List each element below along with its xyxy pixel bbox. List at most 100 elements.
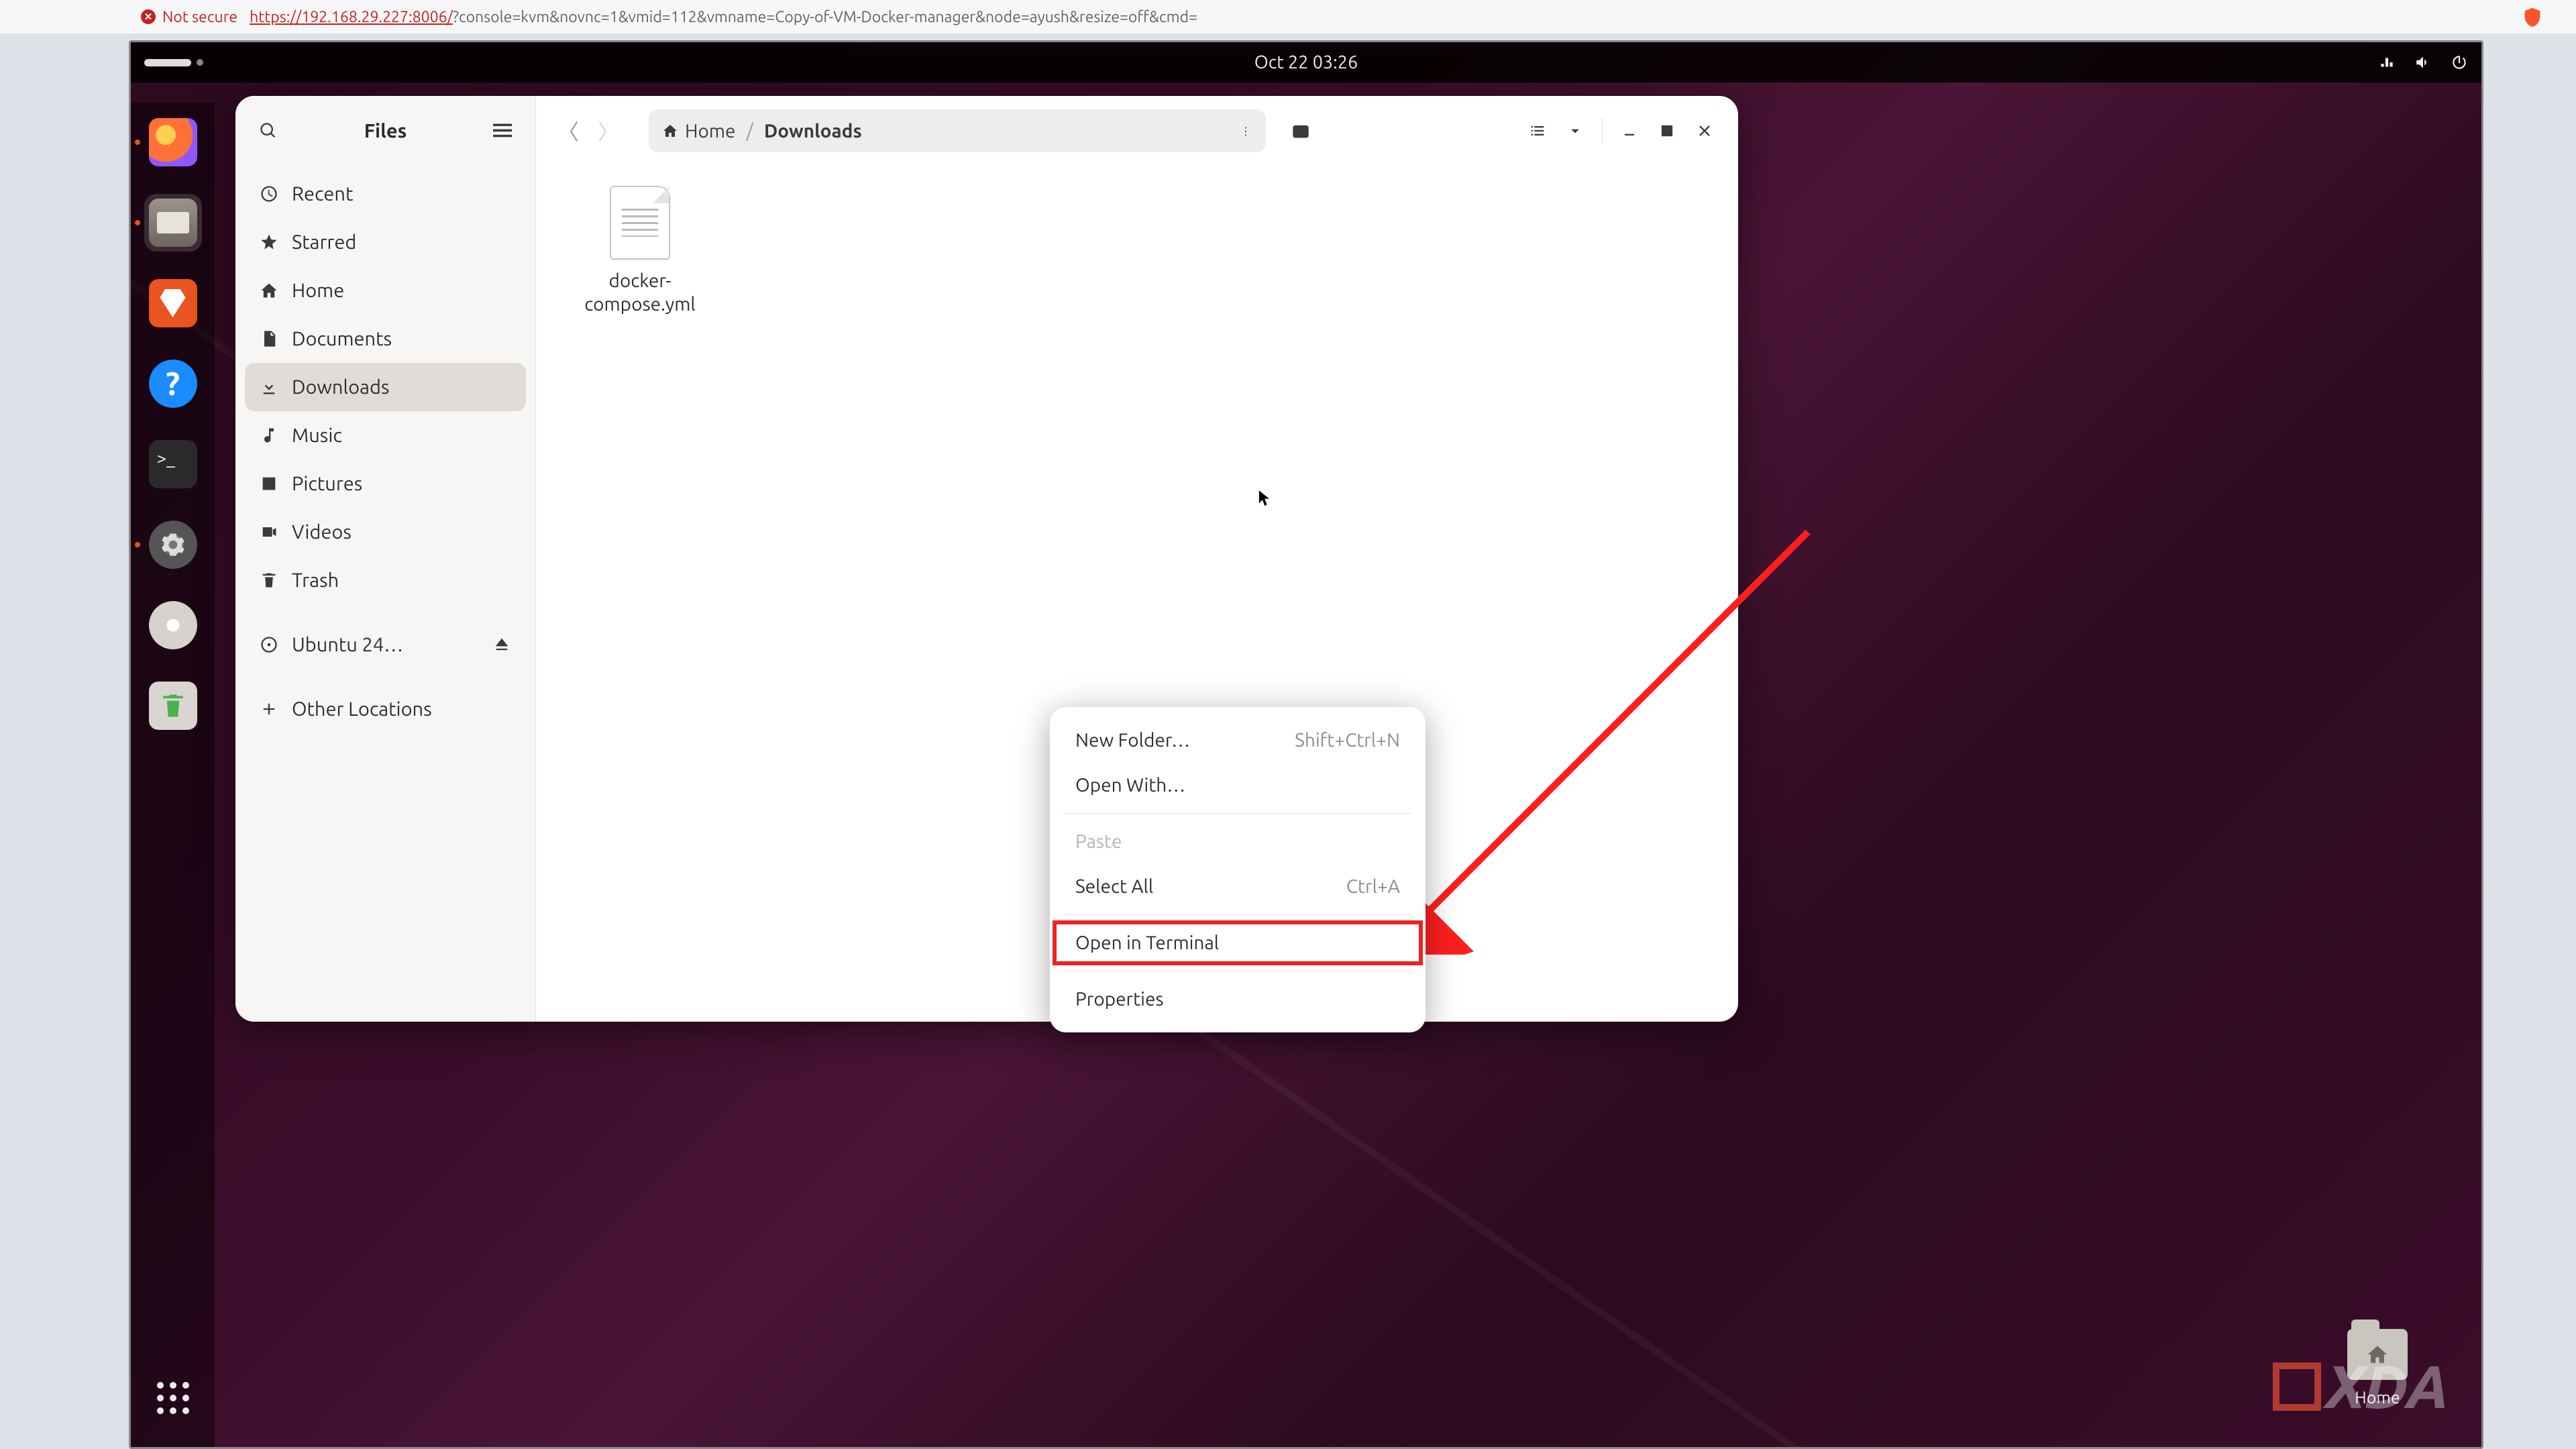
brave-shield-icon[interactable] (2521, 6, 2544, 29)
sidebar-item-downloads[interactable]: Downloads (245, 363, 526, 411)
sidebar-item-label: Downloads (292, 376, 390, 398)
files-icon (149, 199, 197, 247)
sidebar-item-music[interactable]: Music (245, 411, 526, 460)
power-icon[interactable] (2451, 54, 2468, 71)
breadcrumb-separator: / (747, 121, 753, 142)
sidebar-list: Recent Starred Home Documents Downloads … (235, 166, 535, 1022)
firefox-icon (149, 118, 197, 166)
xda-watermark: XDA (2273, 1352, 2448, 1420)
ubuntu-desktop[interactable]: Oct 22 03:26 ? >_ (131, 42, 2481, 1447)
terminal-icon: >_ (149, 440, 197, 488)
file-label: docker-compose.yml (576, 269, 704, 316)
files-window: Files Recent Starred Home Documents Down… (235, 96, 1738, 1022)
maximize-button[interactable] (1650, 113, 1684, 148)
sidebar-item-trash[interactable]: Trash (245, 556, 526, 604)
clock-icon (260, 184, 278, 203)
video-icon (260, 523, 278, 541)
not-secure-icon: ✕ (141, 9, 156, 24)
files-header: 〈 〉 Home / Downloads ⋮ (536, 96, 1738, 166)
menu-properties[interactable]: Properties (1053, 977, 1423, 1022)
maximize-icon (1658, 121, 1676, 140)
search-button[interactable] (253, 115, 284, 146)
download-icon (260, 378, 278, 396)
sidebar-item-videos[interactable]: Videos (245, 508, 526, 556)
search-icon (1291, 121, 1310, 140)
breadcrumb-current[interactable]: Downloads (764, 121, 862, 142)
activities-pill[interactable] (144, 59, 191, 66)
dock-trash[interactable] (144, 677, 202, 735)
home-icon (662, 123, 678, 139)
breadcrumb-home[interactable]: Home (662, 121, 736, 142)
sidebar-item-documents[interactable]: Documents (245, 315, 526, 363)
disc-icon (260, 635, 278, 654)
mouse-cursor (1258, 489, 1273, 509)
trash-icon (149, 682, 197, 730)
dock-show-apps[interactable] (144, 1369, 202, 1427)
sidebar-item-recent[interactable]: Recent (245, 170, 526, 218)
vm-viewport: ▸ Oct 22 03:26 ? >_ (129, 40, 2483, 1449)
nav-back-button[interactable]: 〈 (552, 115, 584, 147)
minimize-button[interactable] (1612, 113, 1647, 148)
not-secure-badge[interactable]: ✕ Not secure (141, 9, 237, 25)
disc-icon (149, 601, 197, 649)
menu-open-terminal[interactable]: Open in Terminal (1053, 920, 1423, 965)
dock-settings[interactable] (144, 516, 202, 574)
dock-terminal[interactable]: >_ (144, 435, 202, 493)
file-item[interactable]: docker-compose.yml (576, 186, 704, 316)
list-icon (1528, 121, 1547, 140)
clock[interactable]: Oct 22 03:26 (1254, 52, 1358, 72)
url-params[interactable]: ?console=kvm&novnc=1&vmid=112&vmname=Cop… (453, 9, 1197, 25)
menu-new-folder[interactable]: New Folder…Shift+Ctrl+N (1053, 718, 1423, 763)
menu-open-with[interactable]: Open With… (1053, 763, 1423, 808)
sidebar-item-label: Starred (292, 231, 356, 253)
minimize-icon (1620, 121, 1639, 140)
nav-forward-button: 〉 (592, 115, 625, 147)
view-options-button[interactable] (1558, 113, 1593, 148)
sidebar-item-label: Other Locations (292, 698, 432, 720)
sidebar-menu-button[interactable] (487, 115, 518, 146)
search-in-folder-button[interactable] (1283, 113, 1318, 148)
network-icon[interactable] (2378, 54, 2396, 71)
doc-icon (260, 329, 278, 348)
sidebar-header: Files (235, 96, 535, 166)
close-icon (1695, 121, 1714, 140)
volume-icon[interactable] (2414, 54, 2432, 71)
sidebar-item-pictures[interactable]: Pictures (245, 460, 526, 508)
menu-separator (1063, 914, 1412, 915)
sidebar-item-label: Documents (292, 328, 392, 350)
trash-icon (260, 571, 278, 590)
dock-disc[interactable] (144, 596, 202, 654)
sidebar-item-label: Music (292, 425, 342, 446)
system-tray[interactable] (2378, 54, 2468, 71)
breadcrumb[interactable]: Home / Downloads ⋮ (649, 109, 1266, 152)
show-apps-icon (149, 1374, 197, 1422)
sidebar-item-other-locations[interactable]: Other Locations (245, 685, 526, 733)
dock-files[interactable] (144, 194, 202, 252)
sidebar-item-home[interactable]: Home (245, 266, 526, 315)
sidebar-item-label: Videos (292, 521, 352, 543)
url-host[interactable]: https://192.168.29.227:8006/ (250, 9, 453, 25)
dock-software[interactable] (144, 274, 202, 332)
path-menu-button[interactable]: ⋮ (1240, 125, 1252, 138)
menu-paste: Paste (1053, 819, 1423, 864)
menu-select-all[interactable]: Select AllCtrl+A (1053, 864, 1423, 909)
view-list-button[interactable] (1520, 113, 1555, 148)
gnome-topbar: Oct 22 03:26 (131, 42, 2481, 83)
dock-help[interactable]: ? (144, 355, 202, 413)
eject-icon[interactable] (492, 635, 511, 654)
home-icon (260, 281, 278, 300)
dock-firefox[interactable] (144, 113, 202, 171)
sidebar-item-ubuntu-disc[interactable]: Ubuntu 24… (245, 621, 526, 669)
chevron-down-icon (1566, 121, 1585, 140)
ubuntu-dock: ? >_ (131, 103, 215, 1447)
text-file-icon (610, 186, 670, 260)
sidebar-item-label: Trash (292, 570, 339, 591)
activities-dot (197, 59, 203, 66)
close-button[interactable] (1687, 113, 1722, 148)
software-icon (149, 279, 197, 327)
sidebar-item-starred[interactable]: Starred (245, 218, 526, 266)
sidebar-item-label: Recent (292, 183, 353, 205)
sidebar-item-label: Ubuntu 24… (292, 634, 403, 655)
help-icon: ? (149, 360, 197, 408)
settings-icon (149, 521, 197, 569)
